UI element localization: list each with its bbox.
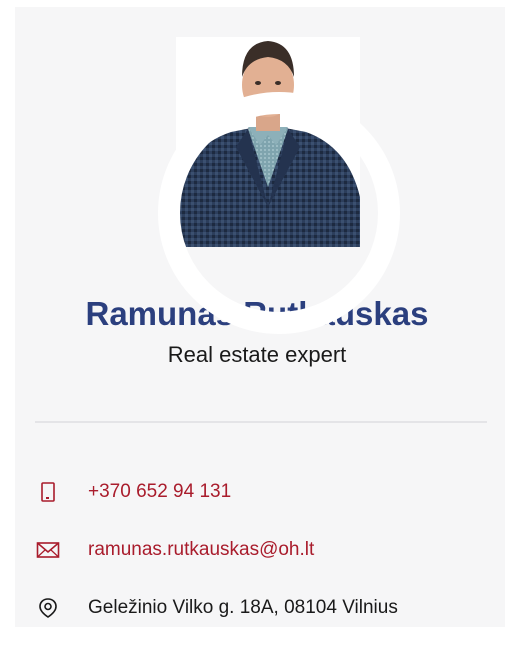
location-pin-icon [36,596,60,620]
phone-link[interactable]: +370 652 94 131 [88,481,231,503]
phone-icon [36,480,60,504]
divider [35,421,487,423]
contact-phone-row: +370 652 94 131 [36,478,231,506]
envelope-icon [36,538,60,562]
email-link[interactable]: ramunas.rutkauskas@oh.lt [88,539,314,561]
contact-email-row: ramunas.rutkauskas@oh.lt [36,536,314,564]
avatar-ring [158,92,400,334]
address-text: Geležinio Vilko g. 18A, 08104 Vilnius [88,597,398,618]
contact-address-row: Geležinio Vilko g. 18A, 08104 Vilnius [36,594,398,622]
agent-title: Real estate expert [167,342,347,367]
